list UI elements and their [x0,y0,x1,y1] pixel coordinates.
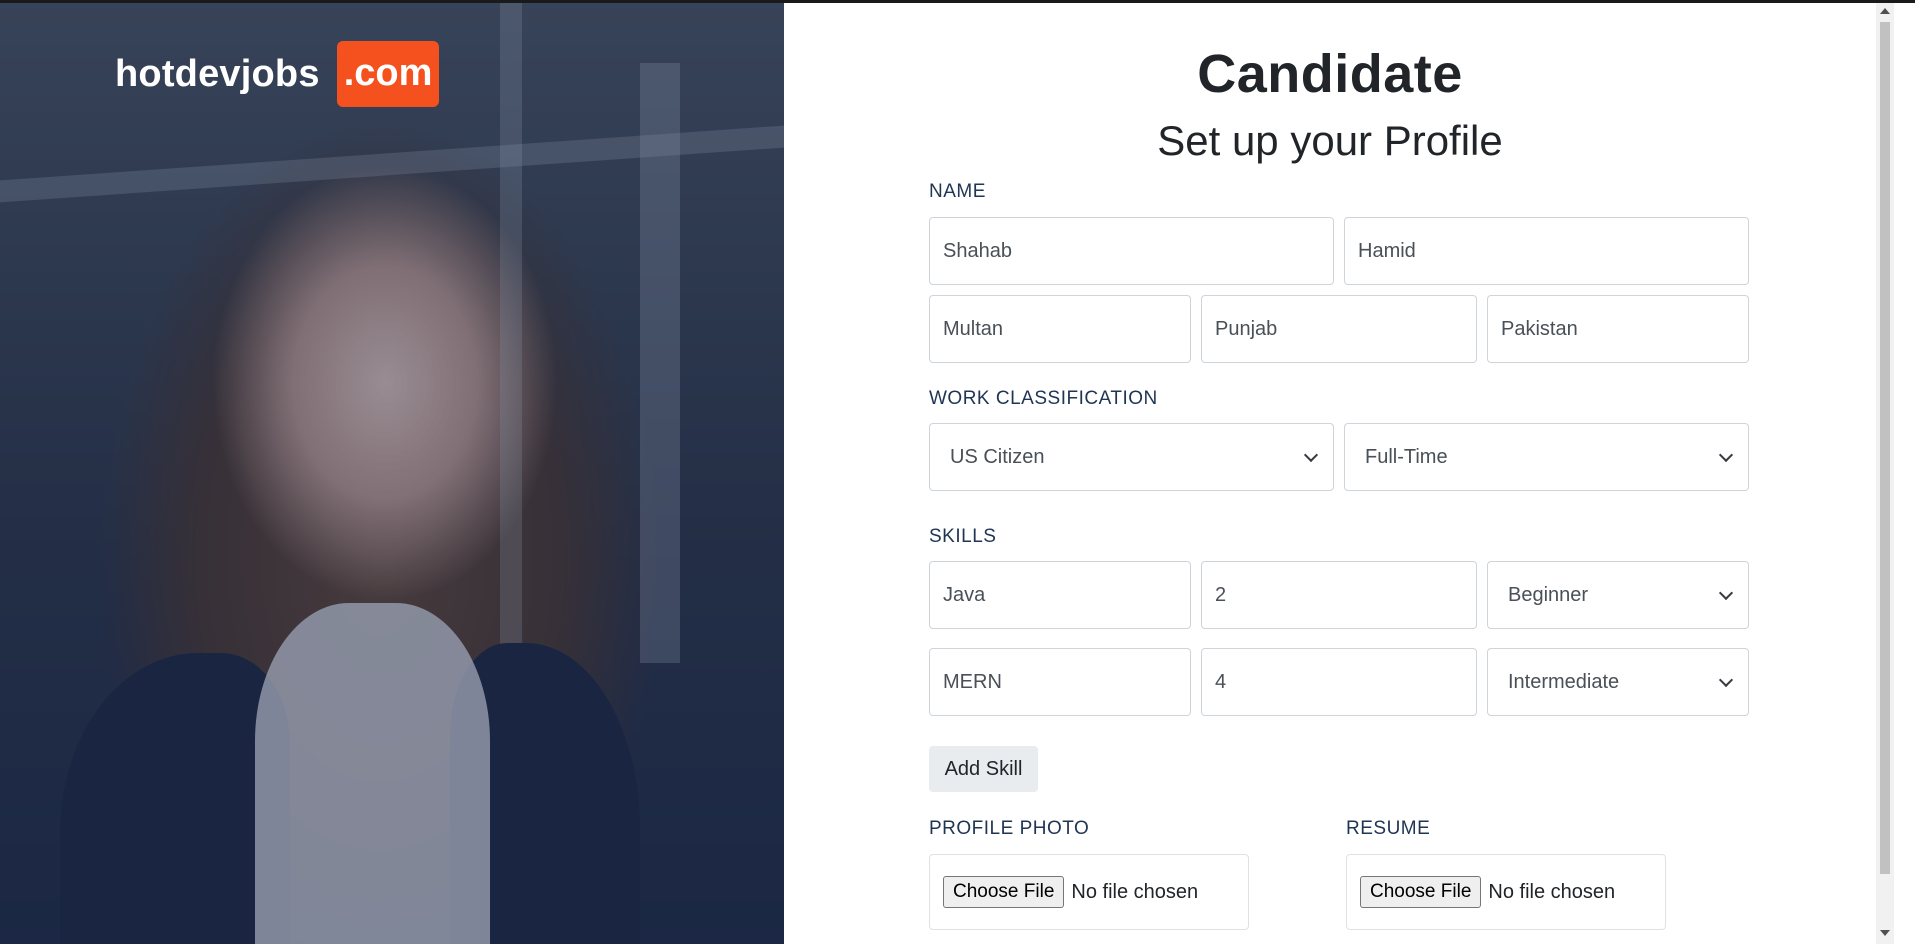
chevron-down-icon [1718,447,1734,462]
chevron-down-icon [1718,672,1734,687]
employment-type-select-value: Full-Time [1365,445,1448,468]
skill-name-input[interactable]: Java [929,561,1191,629]
section-label-name: NAME [929,181,986,202]
skill-name-input[interactable]: MERN [929,648,1191,716]
resume-file-input[interactable]: Choose File No file chosen [1346,854,1666,930]
brand-tld-badge: .com [336,41,440,107]
section-label-work: WORK CLASSIFICATION [929,388,1158,409]
hero-image [0,3,784,944]
first-name-input[interactable]: Shahab [929,217,1334,285]
section-label-profile-photo: PROFILE PHOTO [929,818,1090,839]
state-input[interactable]: Punjab [1201,295,1477,363]
choose-file-button[interactable]: Choose File [1360,876,1482,908]
citizenship-select-value: US Citizen [950,445,1045,468]
skill-level-select[interactable]: Intermediate [1487,648,1749,716]
skill-level-select-value: Intermediate [1508,670,1620,693]
skill-years-input[interactable]: 4 [1201,648,1477,716]
skill-years-input[interactable]: 2 [1201,561,1477,629]
scrollbar-thumb[interactable] [1880,22,1890,874]
add-skill-button[interactable]: Add Skill [929,746,1038,792]
file-status-text: No file chosen [1488,880,1616,903]
brand-name: hotdevjobs [115,52,320,95]
city-input[interactable]: Multan [929,295,1191,363]
citizenship-select[interactable]: US Citizen [929,423,1334,491]
scroll-up-arrow-icon[interactable] [1880,8,1890,14]
section-label-resume: RESUME [1346,818,1431,839]
file-status-text: No file chosen [1071,880,1199,903]
chevron-down-icon [1718,585,1734,600]
section-label-skills: SKILLS [929,526,997,547]
skill-level-select-value: Beginner [1508,583,1589,606]
skill-level-select[interactable]: Beginner [1487,561,1749,629]
profile-photo-file-input[interactable]: Choose File No file chosen [929,854,1249,930]
scroll-down-arrow-icon[interactable] [1880,930,1890,936]
choose-file-button[interactable]: Choose File [943,876,1065,908]
chevron-down-icon [1303,447,1319,462]
page-title: Candidate [1197,44,1463,104]
country-input[interactable]: Pakistan [1487,295,1749,363]
window-top-border [0,0,1915,3]
brand-logo[interactable]: hotdevjobs .com [115,41,440,107]
last-name-input[interactable]: Hamid [1344,217,1749,285]
page-subtitle: Set up your Profile [1157,117,1503,164]
employment-type-select[interactable]: Full-Time [1344,423,1749,491]
